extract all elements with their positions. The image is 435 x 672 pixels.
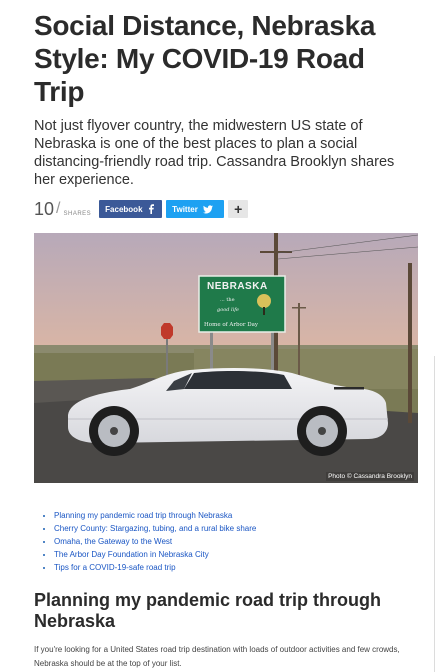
sign-line-2: good life <box>217 307 239 313</box>
share-count: 10 / shares <box>34 200 91 218</box>
section-body: If you're looking for a United States ro… <box>34 645 400 668</box>
toc-item[interactable]: Omaha, the Gateway to the West <box>54 535 418 548</box>
toc-link[interactable]: Planning my pandemic road trip through N… <box>54 511 232 520</box>
share-bar: 10 / shares Facebook Twitter + <box>34 198 418 220</box>
share-count-slash: / <box>56 200 61 217</box>
twitter-icon <box>202 204 213 214</box>
facebook-share-label: Facebook <box>105 204 143 214</box>
sign-title: NEBRASKA <box>207 281 268 292</box>
sign-line-1: ... the <box>220 297 235 303</box>
facebook-share-button[interactable]: Facebook <box>99 200 163 218</box>
toc-item[interactable]: Planning my pandemic road trip through N… <box>54 509 418 522</box>
toc-item[interactable]: Cherry County: Stargazing, tubing, and a… <box>54 522 418 535</box>
table-of-contents: Planning my pandemic road trip through N… <box>34 509 418 574</box>
article-title: Social Distance, Nebraska Style: My COVI… <box>34 10 376 107</box>
share-count-number: 10 <box>34 199 55 219</box>
article: Social Distance, Nebraska Style: My COVI… <box>34 0 418 670</box>
toc-item[interactable]: The Arbor Day Foundation in Nebraska Cit… <box>54 548 418 561</box>
photo-credit: Photo © Cassandra Brooklyn <box>326 472 414 481</box>
toc-link[interactable]: Tips for a COVID-19-safe road trip <box>54 563 176 572</box>
hero-image: NEBRASKA ... the good life Home of Arbor… <box>34 233 418 483</box>
twitter-share-label: Twitter <box>172 204 198 214</box>
more-share-button[interactable]: + <box>228 200 249 218</box>
toc-item[interactable]: Tips for a COVID-19-safe road trip <box>54 561 418 574</box>
hero-photo: NEBRASKA ... the good life Home of Arbor… <box>34 233 418 483</box>
article-dek: Not just flyover country, the midwestern… <box>34 118 395 188</box>
toc-link[interactable]: Omaha, the Gateway to the West <box>54 537 172 546</box>
share-count-label: shares <box>63 211 92 217</box>
toc-link[interactable]: The Arbor Day Foundation in Nebraska Cit… <box>54 550 209 559</box>
section-heading: Planning my pandemic road trip through N… <box>34 590 382 631</box>
toc-link[interactable]: Cherry County: Stargazing, tubing, and a… <box>54 524 256 533</box>
sign-line-3: Home of Arbor Day <box>204 322 259 328</box>
twitter-share-button[interactable]: Twitter <box>166 200 225 218</box>
facebook-icon <box>148 204 154 214</box>
plus-icon: + <box>234 201 243 217</box>
